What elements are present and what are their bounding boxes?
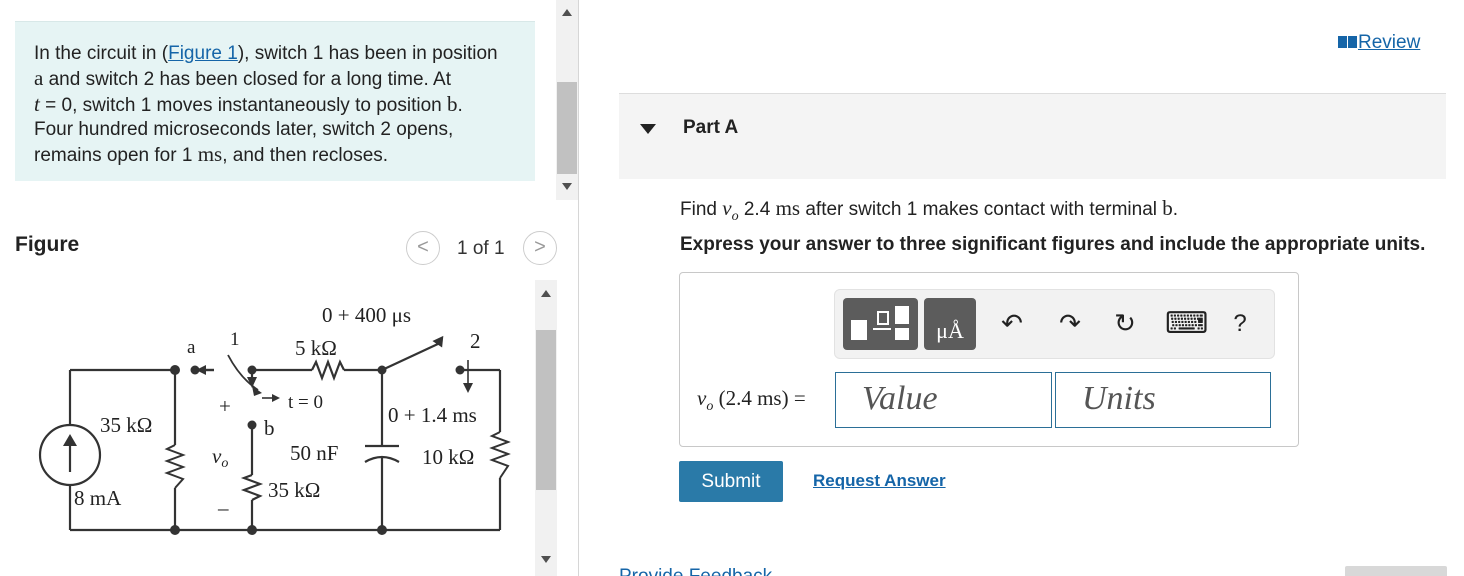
keyboard-icon[interactable]: ⌨ [1165, 306, 1208, 341]
part-header[interactable] [619, 93, 1446, 179]
left-pane: In the circuit in (Figure 1), switch 1 h… [0, 0, 578, 576]
figure-title: Figure [15, 233, 80, 256]
figure-pager: 1 of 1 [457, 238, 505, 259]
undo-icon[interactable]: ↶ [997, 308, 1027, 339]
next-figure-button[interactable]: > [523, 231, 557, 265]
vo-plus-label: + [219, 394, 231, 418]
scroll-down-arrow-icon[interactable] [562, 183, 572, 190]
node-a-label: a [187, 337, 196, 358]
figure-scrollbar[interactable] [535, 280, 557, 576]
redo-icon[interactable]: ↷ [1055, 308, 1085, 339]
units-button[interactable]: μÅ [924, 298, 976, 350]
switch2-open-time-label: 0 + 400 μs [322, 303, 411, 327]
collapse-triangle-icon[interactable] [640, 124, 656, 134]
scroll-down-arrow-icon[interactable] [541, 556, 551, 563]
scroll-thumb[interactable] [536, 330, 556, 490]
scroll-up-arrow-icon[interactable] [541, 290, 551, 297]
vo-label: vo [212, 444, 228, 471]
node-b-label: b [264, 416, 275, 440]
units-icon: μÅ [936, 318, 964, 343]
vo-minus-label: – [217, 496, 229, 520]
template-button[interactable] [843, 298, 918, 350]
current-source-label: 8 mA [74, 486, 122, 510]
pane-divider [578, 0, 579, 576]
figure-link[interactable]: Figure 1 [168, 43, 238, 64]
circuit-diagram: 0 + 400 μs 5 kΩ a 1 2 t = 0 0 + 1.4 ms 3… [38, 303, 511, 535]
switch2-label: 2 [470, 329, 481, 353]
switch2-close-time-label: 0 + 1.4 ms [388, 403, 477, 427]
scroll-thumb[interactable] [557, 82, 577, 174]
resistor-5k-label: 5 kΩ [295, 336, 337, 360]
resistor-10k-label: 10 kΩ [422, 445, 474, 469]
value-input[interactable]: Value [835, 372, 1052, 428]
problem-scrollbar[interactable] [556, 0, 578, 200]
question-text: Find vo 2.4 ms after switch 1 makes cont… [680, 196, 1179, 224]
capacitor-label: 50 nF [290, 441, 338, 465]
t-zero-label: t = 0 [288, 392, 323, 413]
math-toolbar: μÅ ↶ ↷ ↻ ⌨ ? [834, 289, 1275, 359]
resistor-35k-label: 35 kΩ [268, 478, 320, 502]
template-icon [851, 306, 909, 340]
answer-label: vo (2.4 ms) = [697, 386, 806, 415]
part-title: Part A [683, 117, 739, 138]
instruction-text: Express your answer to three significant… [680, 234, 1426, 255]
problem-text: In the circuit in (Figure 1), switch 1 h… [34, 43, 498, 166]
next-button[interactable] [1345, 566, 1447, 576]
request-answer-link[interactable]: Request Answer [813, 471, 946, 491]
reset-icon[interactable]: ↻ [1110, 308, 1140, 339]
review-link[interactable]: Review [1338, 32, 1420, 54]
problem-statement-box: In the circuit in (Figure 1), switch 1 h… [15, 21, 535, 181]
provide-feedback-link[interactable]: Provide Feedback [619, 566, 772, 576]
submit-button[interactable]: Submit [679, 461, 783, 502]
switch1-label: 1 [230, 329, 240, 350]
scroll-up-arrow-icon[interactable] [562, 9, 572, 16]
help-icon[interactable]: ? [1225, 310, 1255, 338]
source-resistor-label: 35 kΩ [100, 413, 152, 437]
book-icon [1338, 36, 1357, 48]
units-input[interactable]: Units [1055, 372, 1271, 428]
prev-figure-button[interactable]: < [406, 231, 440, 265]
